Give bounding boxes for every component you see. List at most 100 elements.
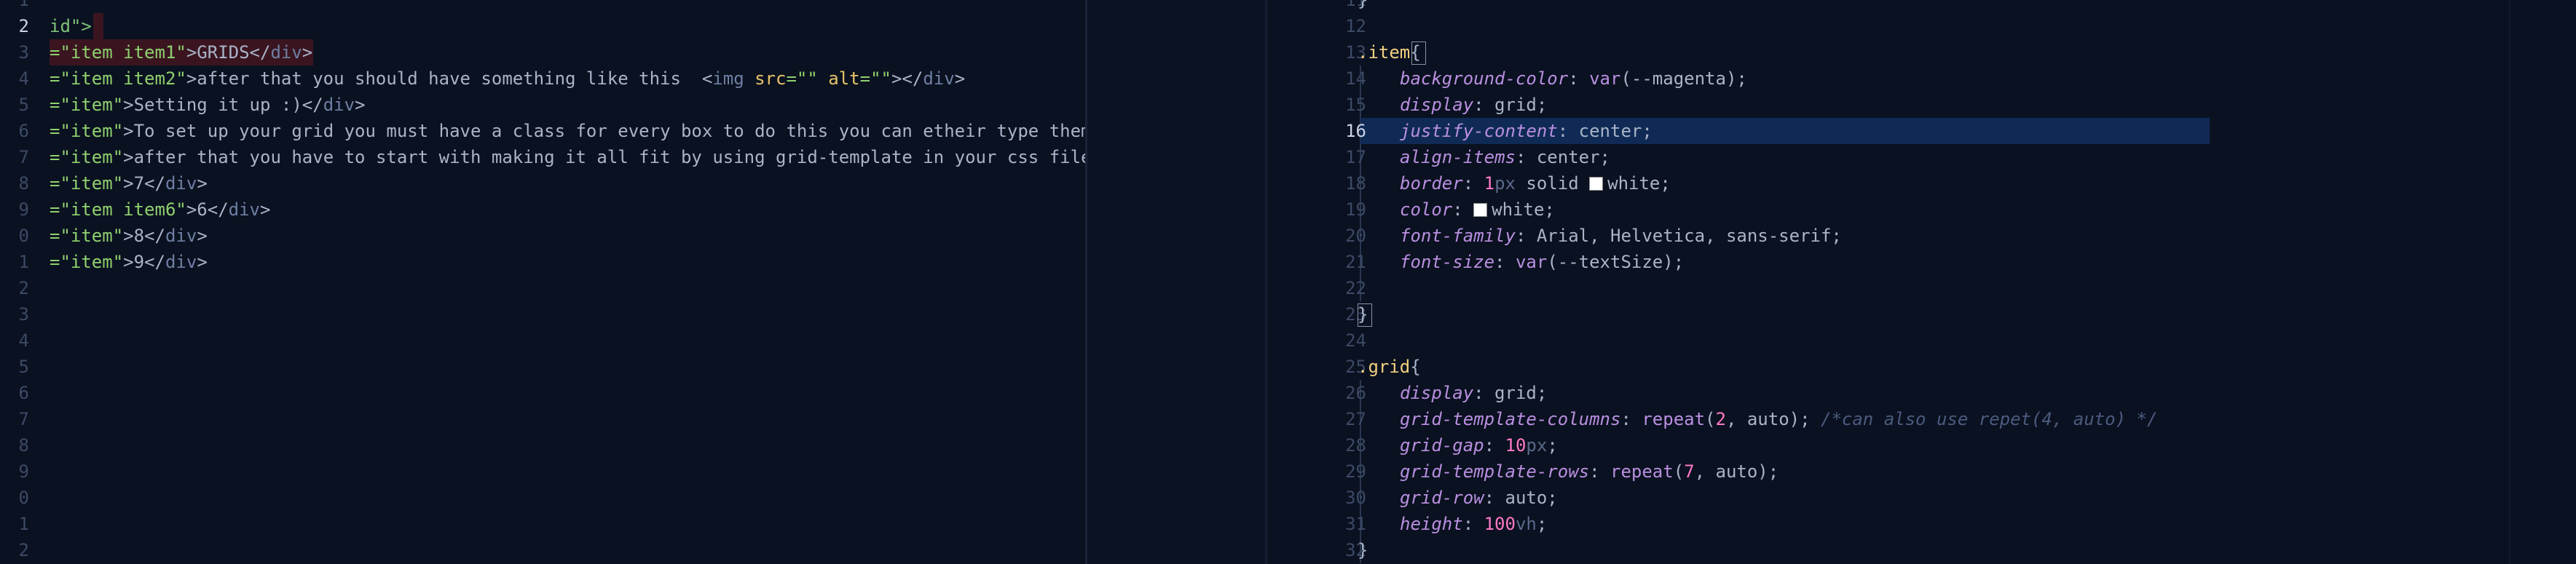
code-token: var <box>1589 68 1621 89</box>
code-token: ="item item2" <box>50 68 186 89</box>
line-number: 11 <box>1345 0 1366 10</box>
code-line[interactable]: } <box>1358 537 1368 563</box>
color-swatch-icon[interactable] <box>1473 203 1488 217</box>
code-token: grid-row <box>1400 488 1484 508</box>
code-line[interactable]: ="item item1">GRIDS</div> <box>50 39 312 65</box>
code-token: > <box>197 173 208 194</box>
code-token: ="" <box>859 68 891 89</box>
code-line[interactable]: font-family: Arial, Helvetica, sans-seri… <box>1400 223 1842 249</box>
code-line[interactable]: grid-template-rows: repeat(7, auto); <box>1400 458 1779 485</box>
code-token: alt <box>828 68 860 89</box>
code-token: >To set up your grid you must have a cla… <box>123 121 1085 141</box>
line-number: 16 <box>1345 121 1366 141</box>
code-token: div <box>228 199 260 220</box>
code-line[interactable]: ="item item2">after that you should have… <box>50 65 965 92</box>
color-swatch-icon[interactable] <box>1589 177 1604 191</box>
line-number: 1 <box>18 0 29 10</box>
line-number: 17 <box>1345 147 1366 167</box>
code-line[interactable]: grid-template-columns: repeat(2, auto); … <box>1400 406 2157 432</box>
code-token: white; <box>1607 173 1671 194</box>
code-token: > <box>302 42 313 63</box>
code-token: ="item" <box>50 226 124 246</box>
code-line[interactable]: ="item">9</div> <box>50 249 208 275</box>
code-token: : <box>1620 409 1642 429</box>
code-token: align-items <box>1400 147 1516 167</box>
code-line[interactable]: grid-gap: 10px; <box>1400 432 1558 458</box>
code-line[interactable]: display: grid; <box>1400 380 1547 406</box>
line-number: 1 <box>18 514 29 534</box>
code-line[interactable]: display: grid; <box>1400 92 1547 118</box>
code-token: grid-template-rows <box>1400 461 1590 482</box>
code-token: div <box>323 95 355 115</box>
code-line[interactable]: justify-content: center; <box>1400 118 1653 144</box>
code-token: var <box>1515 252 1548 272</box>
line-number: 18 <box>1345 173 1366 194</box>
line-number: 28 <box>1345 435 1366 456</box>
code-token: white; <box>1492 199 1555 220</box>
code-token: ="item" <box>50 252 124 272</box>
code-line[interactable]: ="item item6">6</div> <box>50 196 270 223</box>
code-token: .grid <box>1358 357 1411 377</box>
code-line[interactable]: ="item">7</div> <box>50 170 208 196</box>
code-token: >8</ <box>123 226 165 246</box>
code-line[interactable]: ="item">To set up your grid you must hav… <box>50 118 1085 144</box>
code-line[interactable]: color: white; <box>1400 196 1555 223</box>
code-line[interactable]: ="item">Setting it up :)</div> <box>50 92 366 118</box>
code-line[interactable]: border: 1px solid white; <box>1400 170 1671 196</box>
code-token: repeat <box>1610 461 1674 482</box>
code-token: >after that you have to start with makin… <box>123 147 1085 167</box>
code-line[interactable]: align-items: center; <box>1400 144 1610 170</box>
code-token: >9</ <box>123 252 165 272</box>
line-number: 2 <box>18 16 29 36</box>
code-token: , auto); <box>1694 461 1779 482</box>
code-token: display <box>1400 95 1474 115</box>
code-token: } <box>1358 540 1368 560</box>
line-number: 3 <box>18 42 29 63</box>
code-token: /*can also use repet(4, auto) */ <box>1821 409 2158 429</box>
line-number: 12 <box>1345 16 1366 36</box>
code-token: >Setting it up :)</ <box>123 95 323 115</box>
html-editor-pane[interactable]: 1 2 id"> 3 ="item item1">GRIDS</div> 4 ="item … <box>0 0 1085 564</box>
code-token: > <box>954 68 966 89</box>
line-number: 7 <box>18 147 29 167</box>
line-number: 8 <box>18 173 29 194</box>
line-number: 3 <box>18 304 29 325</box>
right-scrollbar-track[interactable] <box>2509 0 2510 564</box>
code-token: ="item item1" <box>50 42 186 63</box>
code-token: : <box>1484 435 1505 456</box>
line-number: 32 <box>1345 540 1366 560</box>
code-line[interactable]: height: 100vh; <box>1400 511 1547 537</box>
line-number: 26 <box>1345 383 1366 403</box>
line-number: 13 <box>1345 42 1366 63</box>
line-number: 22 <box>1345 278 1366 298</box>
code-token: background-color <box>1400 68 1569 89</box>
code-token: font-family <box>1400 226 1516 246</box>
line-number: 25 <box>1345 357 1366 377</box>
code-line[interactable]: background-color: var(--magenta); <box>1400 65 1747 92</box>
code-line[interactable]: } <box>1358 0 1368 13</box>
code-token: src <box>755 68 787 89</box>
code-line[interactable]: font-size: var(--textSize); <box>1400 249 1684 275</box>
line-number: 19 <box>1345 199 1366 220</box>
line-number: 23 <box>1345 304 1366 325</box>
code-line[interactable]: .grid{ <box>1358 354 1421 380</box>
code-token: : auto; <box>1484 488 1558 508</box>
css-editor-pane[interactable]: 11} 12 13 .item{14 background-color: var(--m… <box>1267 0 2576 564</box>
line-number: 1 <box>18 252 29 272</box>
bracket-match-box <box>1358 303 1372 327</box>
code-line[interactable]: ="item">after that you have to start wit… <box>50 144 1085 170</box>
line-number: 29 <box>1345 461 1366 482</box>
code-token: ="" <box>786 68 829 89</box>
code-token: : <box>1589 461 1610 482</box>
code-token: >GRIDS</ <box>186 42 271 63</box>
code-line[interactable]: id"> <box>50 13 92 39</box>
code-token: display <box>1400 383 1474 403</box>
code-token: ( <box>1673 461 1685 482</box>
code-token: grid-gap <box>1400 435 1484 456</box>
code-line[interactable]: grid-row: auto; <box>1400 485 1558 511</box>
code-token: : <box>1494 252 1516 272</box>
code-token: ( <box>1705 409 1716 429</box>
code-token: repeat <box>1642 409 1706 429</box>
code-line[interactable]: ="item">8</div> <box>50 223 208 249</box>
code-token: div <box>270 42 302 63</box>
